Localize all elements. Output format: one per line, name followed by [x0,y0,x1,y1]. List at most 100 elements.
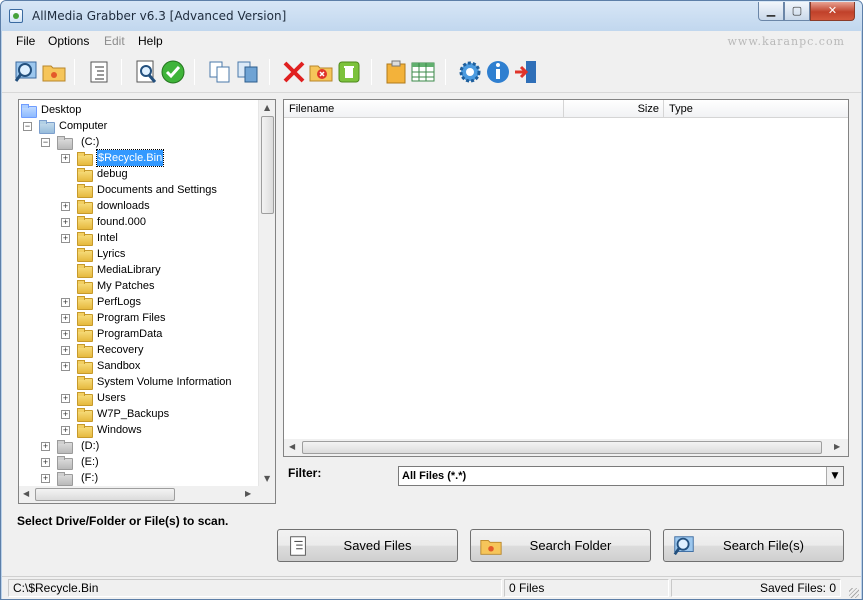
copy-multiple-icon[interactable] [235,59,261,85]
expand-icon[interactable]: + [61,234,70,243]
folder-icon [77,312,93,326]
computer-icon [39,120,55,134]
check-icon[interactable] [160,59,186,85]
column-filename[interactable]: Filename [284,100,564,118]
folder-icon [77,408,93,422]
tree-label: (C:) [81,136,100,148]
folder-tree[interactable]: Desktop − Computer − (C:) + $Recycle.Bin d… [18,99,276,504]
tree-horizontal-scrollbar[interactable]: ◀ ▶ [19,486,259,503]
scroll-thumb[interactable] [261,116,274,214]
drive-icon [57,456,73,470]
filter-dropdown[interactable]: All Files (*.*) ▼ [398,466,844,486]
open-folder-icon[interactable] [41,59,67,85]
collapse-icon[interactable]: − [41,138,50,147]
scroll-thumb[interactable] [35,488,175,501]
menu-help[interactable]: Help [138,34,163,48]
filter-pane: Filter: All Files (*.*) ▼ [283,457,849,504]
tree-label: Windows [97,424,142,436]
tree-label: Documents and Settings [97,184,217,196]
file-list-header: Filename Size Type [284,100,848,118]
expand-icon[interactable]: + [61,330,70,339]
search-folder-button[interactable]: Search Folder [470,529,651,562]
close-button[interactable]: ✕ [810,2,855,21]
tree-label: PerfLogs [97,296,142,308]
minimize-button[interactable]: ▁ [758,2,784,21]
list-icon[interactable] [86,59,112,85]
delete-icon[interactable] [281,59,307,85]
menu-file[interactable]: File [16,34,35,48]
expand-icon[interactable]: + [61,298,70,307]
remove-folder-icon[interactable] [308,59,334,85]
search-icon[interactable] [13,59,39,85]
menu-bar: File Options Edit Help www.karanpc.com [2,31,861,51]
folder-icon [77,360,93,374]
folder-icon [77,216,93,230]
menu-options[interactable]: Options [48,34,89,48]
saved-files-label: Saved Files [343,538,412,553]
copy-icon[interactable] [207,59,233,85]
info-icon[interactable] [485,59,511,85]
expand-icon[interactable]: + [41,474,50,483]
folder-icon [77,392,93,406]
expand-icon[interactable]: + [61,154,70,163]
menu-edit[interactable]: Edit [104,34,125,48]
expand-icon[interactable]: + [61,426,70,435]
drive-icon [57,440,73,454]
tree-label: (D:) [81,440,100,452]
tree-label: Intel [97,232,118,244]
expand-icon[interactable]: + [61,362,70,371]
maximize-button[interactable]: ▢ [784,2,810,21]
expand-icon[interactable]: + [61,410,70,419]
drive-icon [57,472,73,486]
folder-icon [77,424,93,438]
collapse-icon[interactable]: − [23,122,32,131]
tree-label: MediaLibrary [97,264,161,276]
tree-label: (E:) [81,456,99,468]
folder-icon [77,264,93,278]
tree-label: Sandbox [97,360,141,372]
column-size[interactable]: Size [564,100,664,118]
settings-icon[interactable] [457,59,483,85]
folder-icon [77,280,93,294]
tree-label: ProgramData [97,328,163,340]
trash-icon[interactable] [336,59,362,85]
instruction-text: Select Drive/Folder or File(s) to scan. [17,514,229,528]
toolbar [2,51,861,93]
file-list-horizontal-scrollbar[interactable]: ◀ ▶ [284,439,848,456]
folder-icon [77,328,93,342]
clipboard-icon[interactable] [383,59,409,85]
resize-grip[interactable] [849,588,859,598]
expand-icon[interactable]: + [61,314,70,323]
folder-icon [77,248,93,262]
watermark-text: www.karanpc.com [727,35,845,48]
folder-icon [77,152,93,166]
expand-icon[interactable]: + [41,458,50,467]
folder-icon [77,184,93,198]
title-bar[interactable]: AllMedia Grabber v6.3 [Advanced Version]… [1,1,862,31]
find-icon[interactable] [133,59,159,85]
tree-label: System Volume Information [97,376,232,388]
expand-icon[interactable]: + [61,394,70,403]
search-files-label: Search File(s) [723,538,804,553]
window-title: AllMedia Grabber v6.3 [Advanced Version] [32,9,287,23]
saved-files-button[interactable]: Saved Files [277,529,458,562]
chevron-down-icon[interactable]: ▼ [826,467,843,485]
file-list[interactable]: Filename Size Type ◀ ▶ [283,99,849,457]
folder-icon [77,376,93,390]
column-type[interactable]: Type [664,100,848,118]
expand-icon[interactable]: + [61,346,70,355]
search-files-button[interactable]: Search File(s) [663,529,844,562]
exit-icon[interactable] [513,59,539,85]
folder-icon [77,344,93,358]
scroll-thumb[interactable] [302,441,822,454]
tree-label: Recovery [97,344,144,356]
tree-label: Users [97,392,126,404]
folder-icon [77,232,93,246]
expand-icon[interactable]: + [61,218,70,227]
expand-icon[interactable]: + [41,442,50,451]
tree-label: (F:) [81,472,99,484]
tree-vertical-scrollbar[interactable]: ▲ ▼ [258,100,275,488]
expand-icon[interactable]: + [61,202,70,211]
tree-label: $Recycle.Bin [95,149,165,167]
table-icon[interactable] [410,59,436,85]
